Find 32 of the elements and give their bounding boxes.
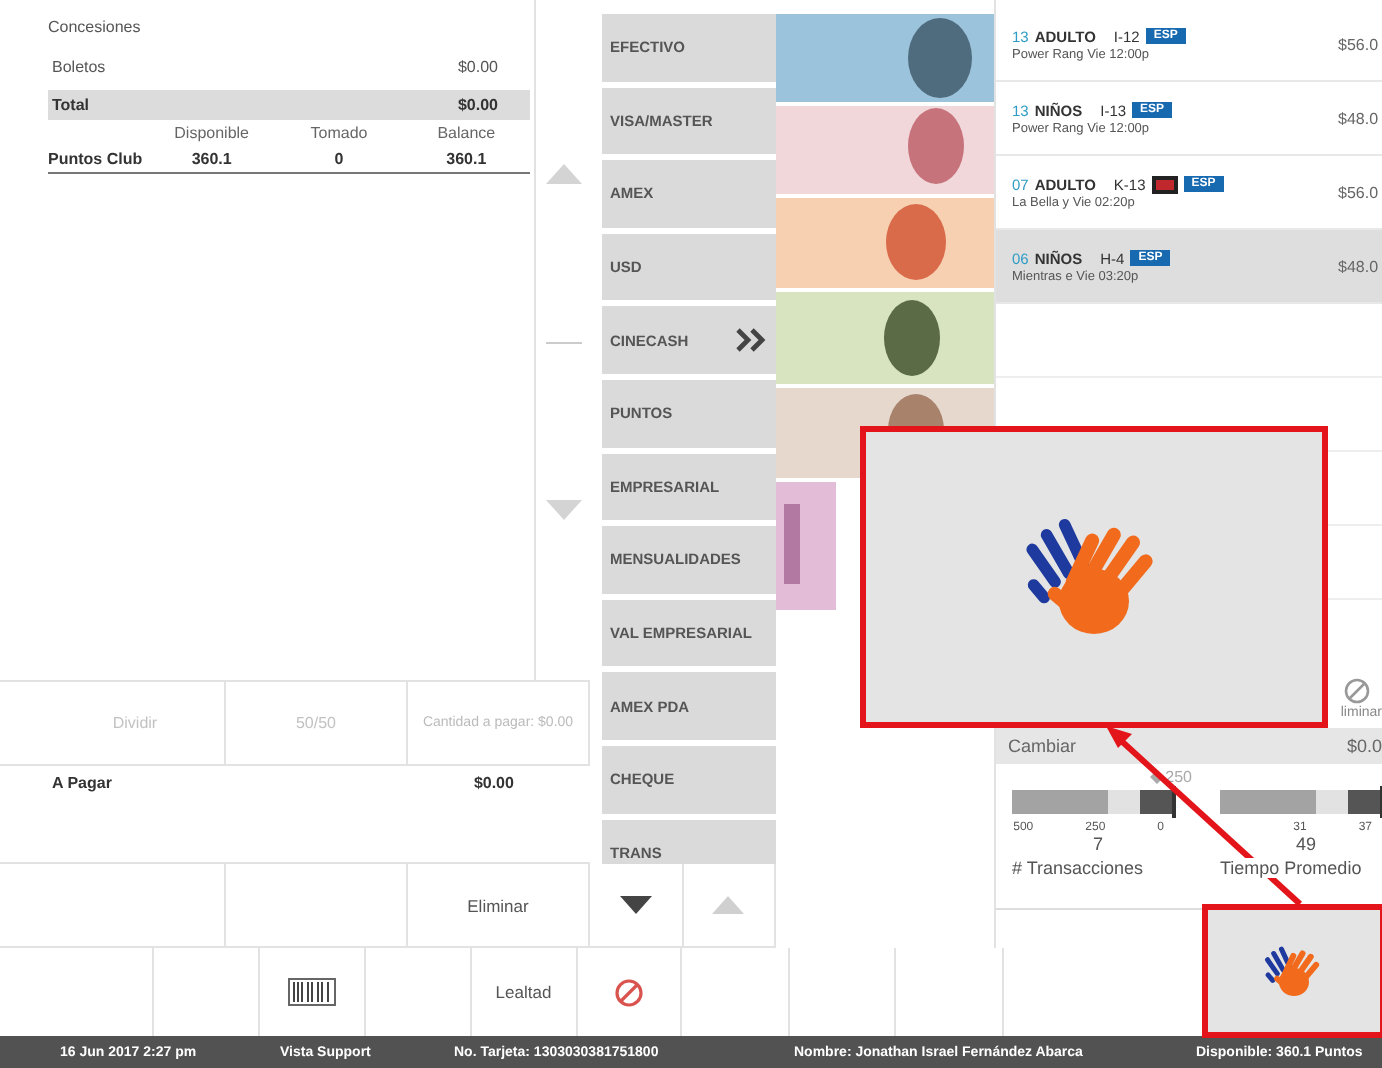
ticket-price: $56.0 (1338, 35, 1381, 53)
column-header: Tomado (308, 124, 370, 142)
scroll-up-icon[interactable] (545, 164, 581, 184)
ticket-price: $48.0 (1338, 109, 1381, 127)
change-label: Cambiar (1008, 736, 1077, 756)
prohibited-icon[interactable] (1344, 677, 1370, 703)
table-cell-text: 0 (332, 150, 346, 168)
line-label: Total (52, 96, 90, 114)
change-amount: $0.0 (1346, 736, 1382, 756)
ticket-price: $56.0 (1338, 183, 1381, 201)
column-header: Disponible (172, 124, 251, 142)
line-label: Boletos (52, 58, 106, 76)
prohibited-icon (613, 977, 644, 1007)
column-header: Balance (435, 124, 498, 142)
down-triangle-icon (619, 896, 652, 914)
section-title: Concesiones (48, 18, 143, 36)
to-pay-amount: $0.00 (473, 774, 514, 796)
gauge-value: 7 (1090, 834, 1105, 854)
hand-icon (1264, 941, 1324, 1001)
line-amount: $0.00 (457, 96, 498, 114)
to-pay-label: A Pagar (52, 774, 112, 796)
table-cell-text: 360.1 (189, 150, 234, 168)
row-label: Puntos Club (48, 150, 145, 168)
barcode-icon (287, 978, 336, 1006)
line-amount: $0.00 (457, 58, 498, 76)
gauge-title: # Transacciones (1012, 858, 1144, 878)
scroll-down-icon[interactable] (545, 500, 581, 520)
table-cell-text: 360.1 (444, 150, 489, 168)
gauge-value: 49 (1293, 834, 1318, 854)
ticket-price: $48.0 (1338, 257, 1381, 275)
gauge-title: Tiempo Promedio (1220, 858, 1362, 878)
up-triangle-icon (712, 896, 745, 914)
